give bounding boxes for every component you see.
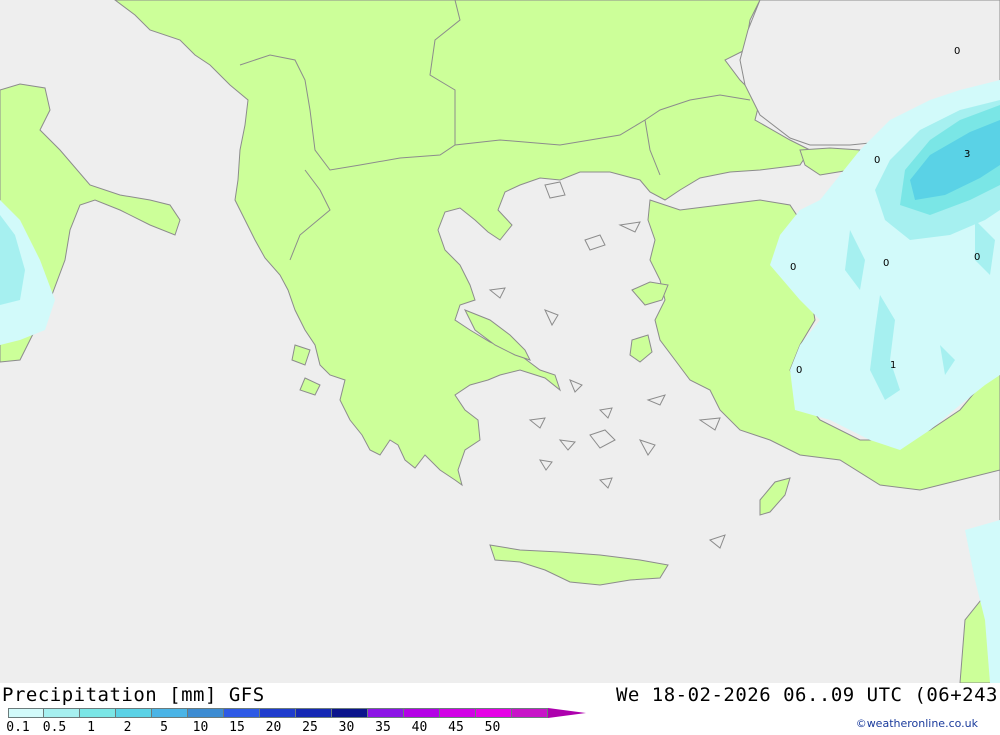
legend-swatch-0	[8, 708, 44, 718]
legend-swatch-8	[296, 708, 332, 718]
legend-swatch-4	[152, 708, 188, 718]
map-title: Precipitation [mm] GFS	[2, 684, 265, 706]
color-scale-legend	[8, 708, 586, 718]
legend-swatch-2	[80, 708, 116, 718]
legend-swatch-3	[116, 708, 152, 718]
legend-arrow	[548, 708, 586, 718]
legend-swatch-6	[224, 708, 260, 718]
contour-label-3: 3	[964, 149, 970, 160]
legend-swatch-10	[368, 708, 404, 718]
legend-swatch-7	[260, 708, 296, 718]
contour-label-0-thrace: 0	[874, 155, 880, 166]
contour-label-0-east: 0	[974, 252, 980, 263]
legend-swatch-11	[404, 708, 440, 718]
contour-label-1: 1	[890, 360, 896, 371]
precipitation-map: 0 3 0 0 0 0 0 1	[0, 0, 1000, 683]
legend-swatch-14	[512, 708, 548, 718]
legend-swatch-9	[332, 708, 368, 718]
valid-time: We 18-02-2026 06..09 UTC (06+243	[615, 684, 998, 706]
contour-label-0-mid: 0	[883, 258, 889, 269]
legend-swatch-1	[44, 708, 80, 718]
contour-label-0-ne: 0	[954, 46, 960, 57]
footer: Precipitation [mm] GFS We 18-02-2026 06.…	[0, 683, 1000, 735]
legend-swatch-13	[476, 708, 512, 718]
legend-tick-labels: 0.1 0.5 1 2 5 10 15 20 25 30 35 40 45 50	[0, 720, 530, 735]
contour-label-0-west: 0	[790, 262, 796, 273]
contour-label-0-south: 0	[796, 365, 802, 376]
legend-swatch-5	[188, 708, 224, 718]
legend-swatch-12	[440, 708, 476, 718]
site-credit[interactable]: ©weatheronline.co.uk	[856, 717, 978, 730]
